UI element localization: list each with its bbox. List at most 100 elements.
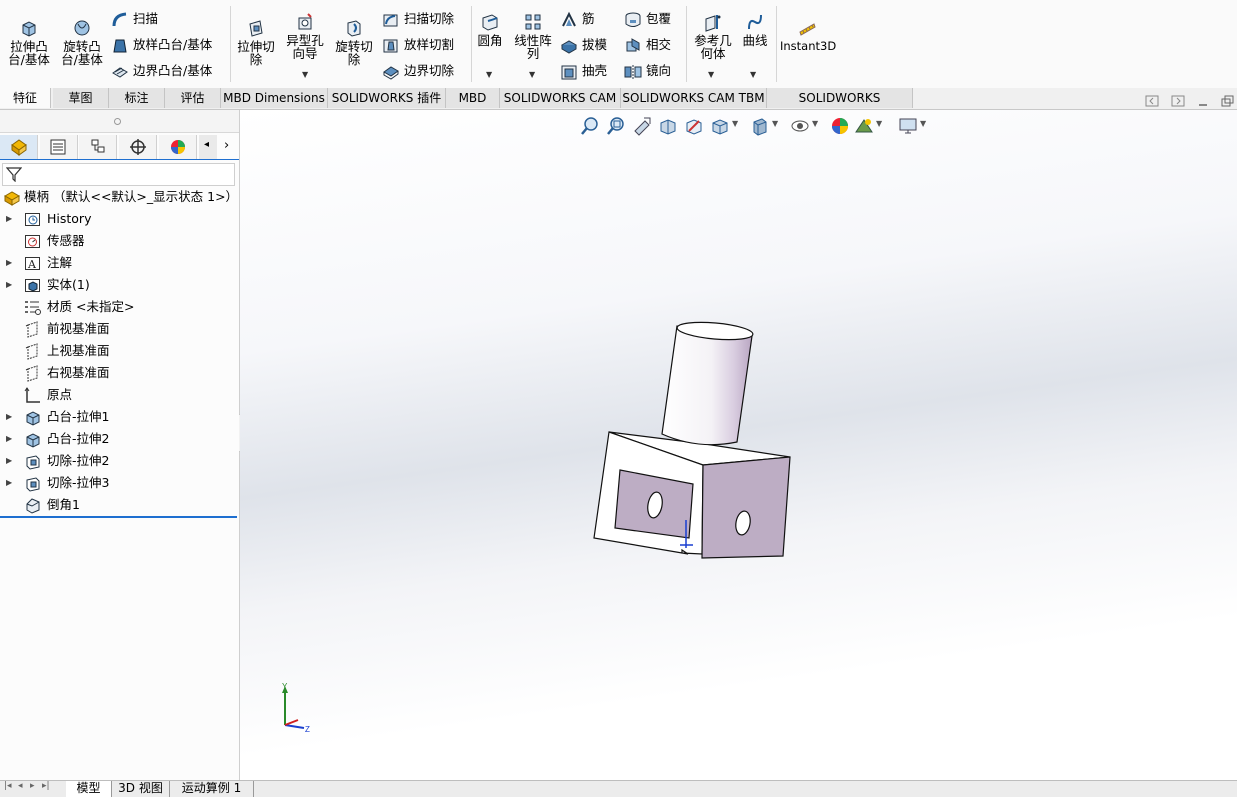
splitter-handle-icon[interactable] <box>114 118 121 125</box>
loft-cut-button[interactable]: 放样切割 <box>382 35 454 55</box>
boundary-cut-button[interactable]: 边界切除 <box>382 61 454 81</box>
tab-model[interactable]: 模型 <box>66 781 112 797</box>
pane-tabs-scroll-left[interactable]: ◂ <box>199 135 217 159</box>
next-tab-icon[interactable]: ▸ <box>30 781 35 791</box>
hide-show-items-icon[interactable] <box>790 116 810 136</box>
intersect-button[interactable]: 相交 <box>624 35 671 55</box>
fillet-button[interactable]: 圆角 <box>474 12 506 47</box>
ribbon-separator <box>686 6 687 82</box>
curves-label: 曲线 <box>742 33 768 48</box>
tab-sketch[interactable]: 草图 <box>53 88 109 108</box>
tab-3d-views[interactable]: 3D 视图 <box>112 781 170 797</box>
dynamic-annotation-icon[interactable] <box>684 116 704 136</box>
cut-extrude-icon <box>26 455 40 470</box>
edit-appearance-icon[interactable] <box>830 116 850 136</box>
hole-wizard-button[interactable]: 异型孔 向导 <box>282 12 328 60</box>
rollback-bar[interactable] <box>0 516 237 518</box>
loft-boss-button[interactable]: 放样凸台/基体 <box>111 35 212 55</box>
hole-wizard-dropdown-icon[interactable]: ▼ <box>302 70 308 79</box>
extrude-cut-button[interactable]: 拉伸切 除 <box>234 18 278 66</box>
curves-button[interactable]: 曲线 <box>738 12 772 47</box>
zoom-to-fit-icon[interactable] <box>580 116 600 136</box>
next-view-icon[interactable] <box>1171 95 1185 107</box>
tab-solidworks-cam[interactable]: SOLIDWORKS CAM <box>500 88 621 108</box>
boundary-boss-button[interactable]: 边界凸台/基体 <box>111 61 212 81</box>
reference-geometry-dropdown-icon[interactable]: ▼ <box>708 70 714 79</box>
apply-scene-icon[interactable] <box>854 116 874 136</box>
curves-dropdown-icon[interactable]: ▼ <box>750 70 756 79</box>
last-tab-icon[interactable]: ▸| <box>42 781 50 791</box>
pane-tabs-scroll-right[interactable]: › <box>218 135 238 159</box>
tree-filter-box[interactable] <box>2 163 235 186</box>
tab-solidworks-cam-tbm[interactable]: SOLIDWORKS CAM TBM <box>621 88 767 108</box>
expand-arrow-icon[interactable]: ▶ <box>6 208 12 230</box>
expand-arrow-icon[interactable]: ▶ <box>6 428 12 450</box>
sensor-icon <box>25 235 40 248</box>
propertymanager-icon <box>50 139 66 155</box>
first-tab-icon[interactable]: |◂ <box>4 781 12 791</box>
view-orientation-icon[interactable] <box>710 116 730 136</box>
expand-arrow-icon[interactable]: ▶ <box>6 472 12 494</box>
fillet-dropdown-icon[interactable]: ▼ <box>486 70 492 79</box>
featuremanager-tab[interactable] <box>0 135 38 159</box>
extrude-boss-button[interactable]: 拉伸凸 台/基体 <box>6 18 52 66</box>
displaymanager-tab[interactable] <box>159 135 197 159</box>
reference-geometry-button[interactable]: 参考几 何体 <box>690 12 736 60</box>
section-view-icon[interactable] <box>658 116 678 136</box>
hide-show-dropdown-icon[interactable]: ▼ <box>812 119 818 128</box>
tab-mbd[interactable]: MBD <box>446 88 500 108</box>
apply-scene-dropdown-icon[interactable]: ▼ <box>876 119 882 128</box>
command-manager-tabs: 特征 草图 标注 评估 MBD Dimensions SOLIDWORKS 插件… <box>0 88 1237 125</box>
previous-view-icon[interactable] <box>1145 95 1159 107</box>
display-style-dropdown-icon[interactable]: ▼ <box>772 119 778 128</box>
shell-button[interactable]: 抽壳 <box>560 61 607 81</box>
tab-markup[interactable]: 标注 <box>109 88 165 108</box>
previous-tab-icon[interactable]: ◂ <box>18 781 23 791</box>
zoom-to-area-icon[interactable] <box>606 116 626 136</box>
instant3d-button[interactable]: Instant3D <box>780 18 837 53</box>
sweep-cut-button[interactable]: 扫描切除 <box>382 9 454 29</box>
expand-arrow-icon[interactable]: ▶ <box>6 252 12 274</box>
tab-solidworks-addins[interactable]: SOLIDWORKS 插件 <box>328 88 446 108</box>
curves-icon <box>748 14 762 30</box>
revolve-cut-button[interactable]: 旋转切 除 <box>332 18 376 66</box>
part-model[interactable] <box>580 310 800 570</box>
tab-solidworks-inspection[interactable]: SOLIDWORKS Inspection <box>767 88 913 125</box>
pane-splitter[interactable] <box>0 110 239 133</box>
draft-button[interactable]: 拔模 <box>560 35 607 55</box>
restore-icon[interactable] <box>1221 95 1235 107</box>
tab-scroll-buttons[interactable]: |◂ ◂ ▸ ▸| <box>2 781 60 796</box>
instant3d-label: Instant3D <box>780 39 837 53</box>
tree-item-label: 右视基准面 <box>47 365 110 380</box>
tab-features[interactable]: 特征 <box>0 88 51 108</box>
tab-motion-study-1[interactable]: 运动算例 1 <box>170 781 254 797</box>
chamfer-icon <box>26 498 40 514</box>
view-settings-icon[interactable] <box>898 116 918 136</box>
revolve-cut-icon <box>347 20 361 37</box>
expand-arrow-icon[interactable]: ▶ <box>6 450 12 472</box>
mirror-button[interactable]: 镜向 <box>624 61 671 81</box>
rib-button[interactable]: 筋 <box>560 9 595 29</box>
cut-extrude-icon <box>26 477 40 492</box>
revolve-boss-button[interactable]: 旋转凸 台/基体 <box>58 18 106 66</box>
minimize-icon[interactable] <box>1197 95 1209 107</box>
draft-icon <box>560 39 578 54</box>
configurationmanager-tab[interactable] <box>79 135 117 159</box>
linear-pattern-dropdown-icon[interactable]: ▼ <box>529 70 535 79</box>
graphics-area[interactable]: ▼ ▼ ▼ ▼ ▼ Y Z <box>240 110 1237 780</box>
view-orientation-dropdown-icon[interactable]: ▼ <box>732 119 738 128</box>
tab-mbd-dimensions[interactable]: MBD Dimensions <box>221 88 328 108</box>
extrude-cut-icon <box>249 20 263 37</box>
expand-arrow-icon[interactable]: ▶ <box>6 406 12 428</box>
previous-view-icon[interactable] <box>632 116 652 136</box>
propertymanager-tab[interactable] <box>40 135 78 159</box>
dimxpertmanager-tab[interactable] <box>119 135 157 159</box>
display-style-icon[interactable] <box>750 116 770 136</box>
view-settings-dropdown-icon[interactable]: ▼ <box>920 119 926 128</box>
wrap-button[interactable]: 包覆 <box>624 9 671 29</box>
expand-arrow-icon[interactable]: ▶ <box>6 274 12 296</box>
linear-pattern-button[interactable]: 线性阵 列 <box>510 12 556 60</box>
tab-evaluate[interactable]: 评估 <box>165 88 221 108</box>
sweep-button[interactable]: 扫描 <box>111 9 158 29</box>
loft-cut-label: 放样切割 <box>404 37 455 52</box>
